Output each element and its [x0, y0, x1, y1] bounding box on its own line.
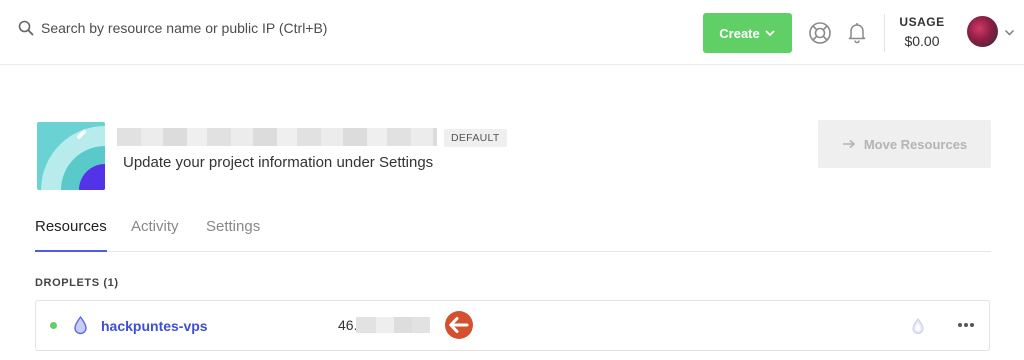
project-icon[interactable]	[37, 122, 105, 190]
avatar[interactable]	[967, 16, 998, 47]
annotation-arrow-icon	[445, 311, 473, 339]
project-artwork	[37, 122, 105, 190]
droplet-row[interactable]: hackpuntes-vps 46.	[35, 300, 990, 351]
tab-resources[interactable]: Resources	[35, 218, 107, 252]
move-resources-button[interactable]: Move Resources	[818, 120, 991, 168]
more-options-icon[interactable]	[957, 322, 975, 328]
arrow-right-icon	[842, 139, 856, 149]
project-tabs: Resources Activity Settings	[35, 218, 991, 252]
project-name-redacted	[117, 128, 437, 146]
create-button[interactable]: Create	[703, 13, 792, 53]
help-icon[interactable]	[808, 21, 832, 45]
droplets-section-title: DROPLETS (1)	[35, 277, 119, 289]
backup-icon	[912, 318, 924, 334]
usage-display[interactable]: USAGE $0.00	[899, 15, 945, 49]
default-badge: DEFAULT	[444, 129, 507, 147]
project-subtitle: Update your project information under Se…	[123, 154, 434, 171]
usage-value: $0.00	[904, 33, 940, 49]
chevron-down-icon	[765, 30, 775, 37]
chevron-down-icon[interactable]	[1004, 28, 1015, 37]
search-icon	[18, 20, 34, 36]
usage-label: USAGE	[899, 15, 945, 29]
move-resources-label: Move Resources	[863, 136, 968, 152]
search-input[interactable]	[41, 20, 361, 36]
droplet-ip-prefix[interactable]: 46.	[338, 317, 357, 333]
status-indicator	[50, 322, 57, 329]
create-button-label: Create	[719, 25, 760, 41]
droplet-name-link[interactable]: hackpuntes-vps	[101, 318, 208, 334]
bell-icon[interactable]	[845, 20, 869, 44]
tab-settings[interactable]: Settings	[206, 218, 260, 252]
search-box[interactable]	[18, 20, 361, 36]
droplet-icon	[74, 316, 87, 335]
header-divider	[884, 14, 885, 52]
tab-activity[interactable]: Activity	[131, 218, 179, 252]
top-bar: Create USAGE $0.00	[0, 0, 1024, 65]
droplet-ip-redacted	[356, 317, 430, 333]
